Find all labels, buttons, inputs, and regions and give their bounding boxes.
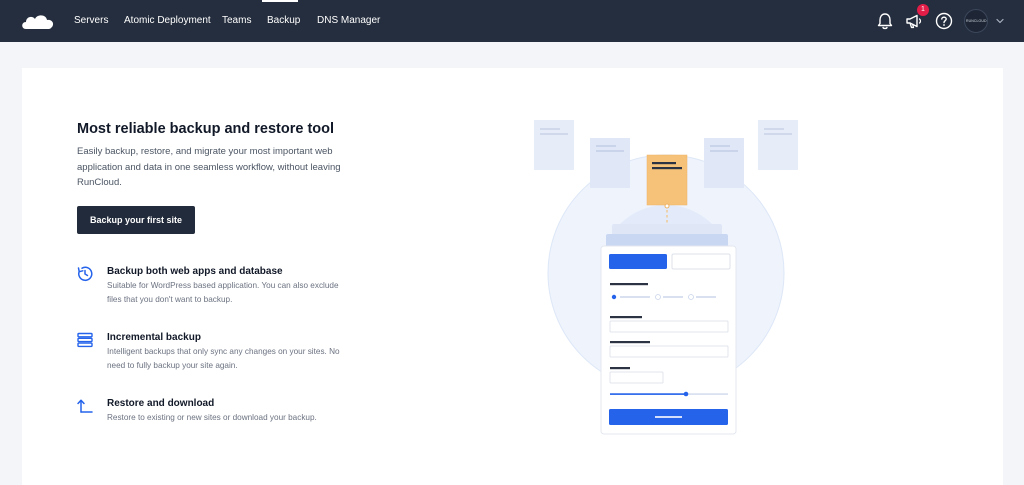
page-title: Most reliable backup and restore tool xyxy=(77,121,335,137)
notification-badge: 1 xyxy=(917,4,929,16)
top-navigation-bar: Servers Atomic Deployment Teams Backup D… xyxy=(0,0,1024,42)
stack-layers-icon xyxy=(77,332,93,348)
arrow-up-restore-icon xyxy=(77,399,93,413)
clock-rotate-icon xyxy=(77,266,93,282)
user-avatar[interactable]: RUNCLOUD xyxy=(964,9,988,33)
bell-icon[interactable] xyxy=(875,11,895,31)
backup-illustration xyxy=(534,120,798,435)
file-card xyxy=(534,120,574,170)
cloud-logo-icon[interactable] xyxy=(20,11,56,31)
nav-item-atomic-deployment[interactable]: Atomic Deployment xyxy=(124,15,211,26)
chevron-down-icon[interactable] xyxy=(995,16,1005,26)
illustration-form-panel xyxy=(600,245,737,435)
feature-description-incremental: Intelligent backups that only sync any c… xyxy=(107,347,340,370)
highlighted-file-card xyxy=(646,154,688,206)
page-description: Easily backup, restore, and migrate your… xyxy=(77,146,341,188)
file-card xyxy=(590,138,630,188)
feature-title-backup: Backup both web apps and database xyxy=(107,266,283,277)
avatar-text: RUNCLOUD xyxy=(966,19,987,23)
nav-item-dns-manager[interactable]: DNS Manager xyxy=(317,15,380,26)
nav-item-backup[interactable]: Backup xyxy=(267,15,300,26)
file-card xyxy=(758,120,798,170)
nav-item-teams[interactable]: Teams xyxy=(222,15,251,26)
feature-description-backup: Suitable for WordPress based application… xyxy=(107,281,339,304)
nav-item-servers[interactable]: Servers xyxy=(74,15,108,26)
file-card xyxy=(704,138,744,188)
feature-description-restore: Restore to existing or new sites or down… xyxy=(107,413,317,422)
nav-active-indicator xyxy=(262,0,298,2)
help-icon[interactable] xyxy=(934,11,954,31)
feature-title-restore: Restore and download xyxy=(107,398,215,409)
feature-title-incremental: Incremental backup xyxy=(107,332,201,343)
backup-first-site-button[interactable]: Backup your first site xyxy=(77,206,195,234)
